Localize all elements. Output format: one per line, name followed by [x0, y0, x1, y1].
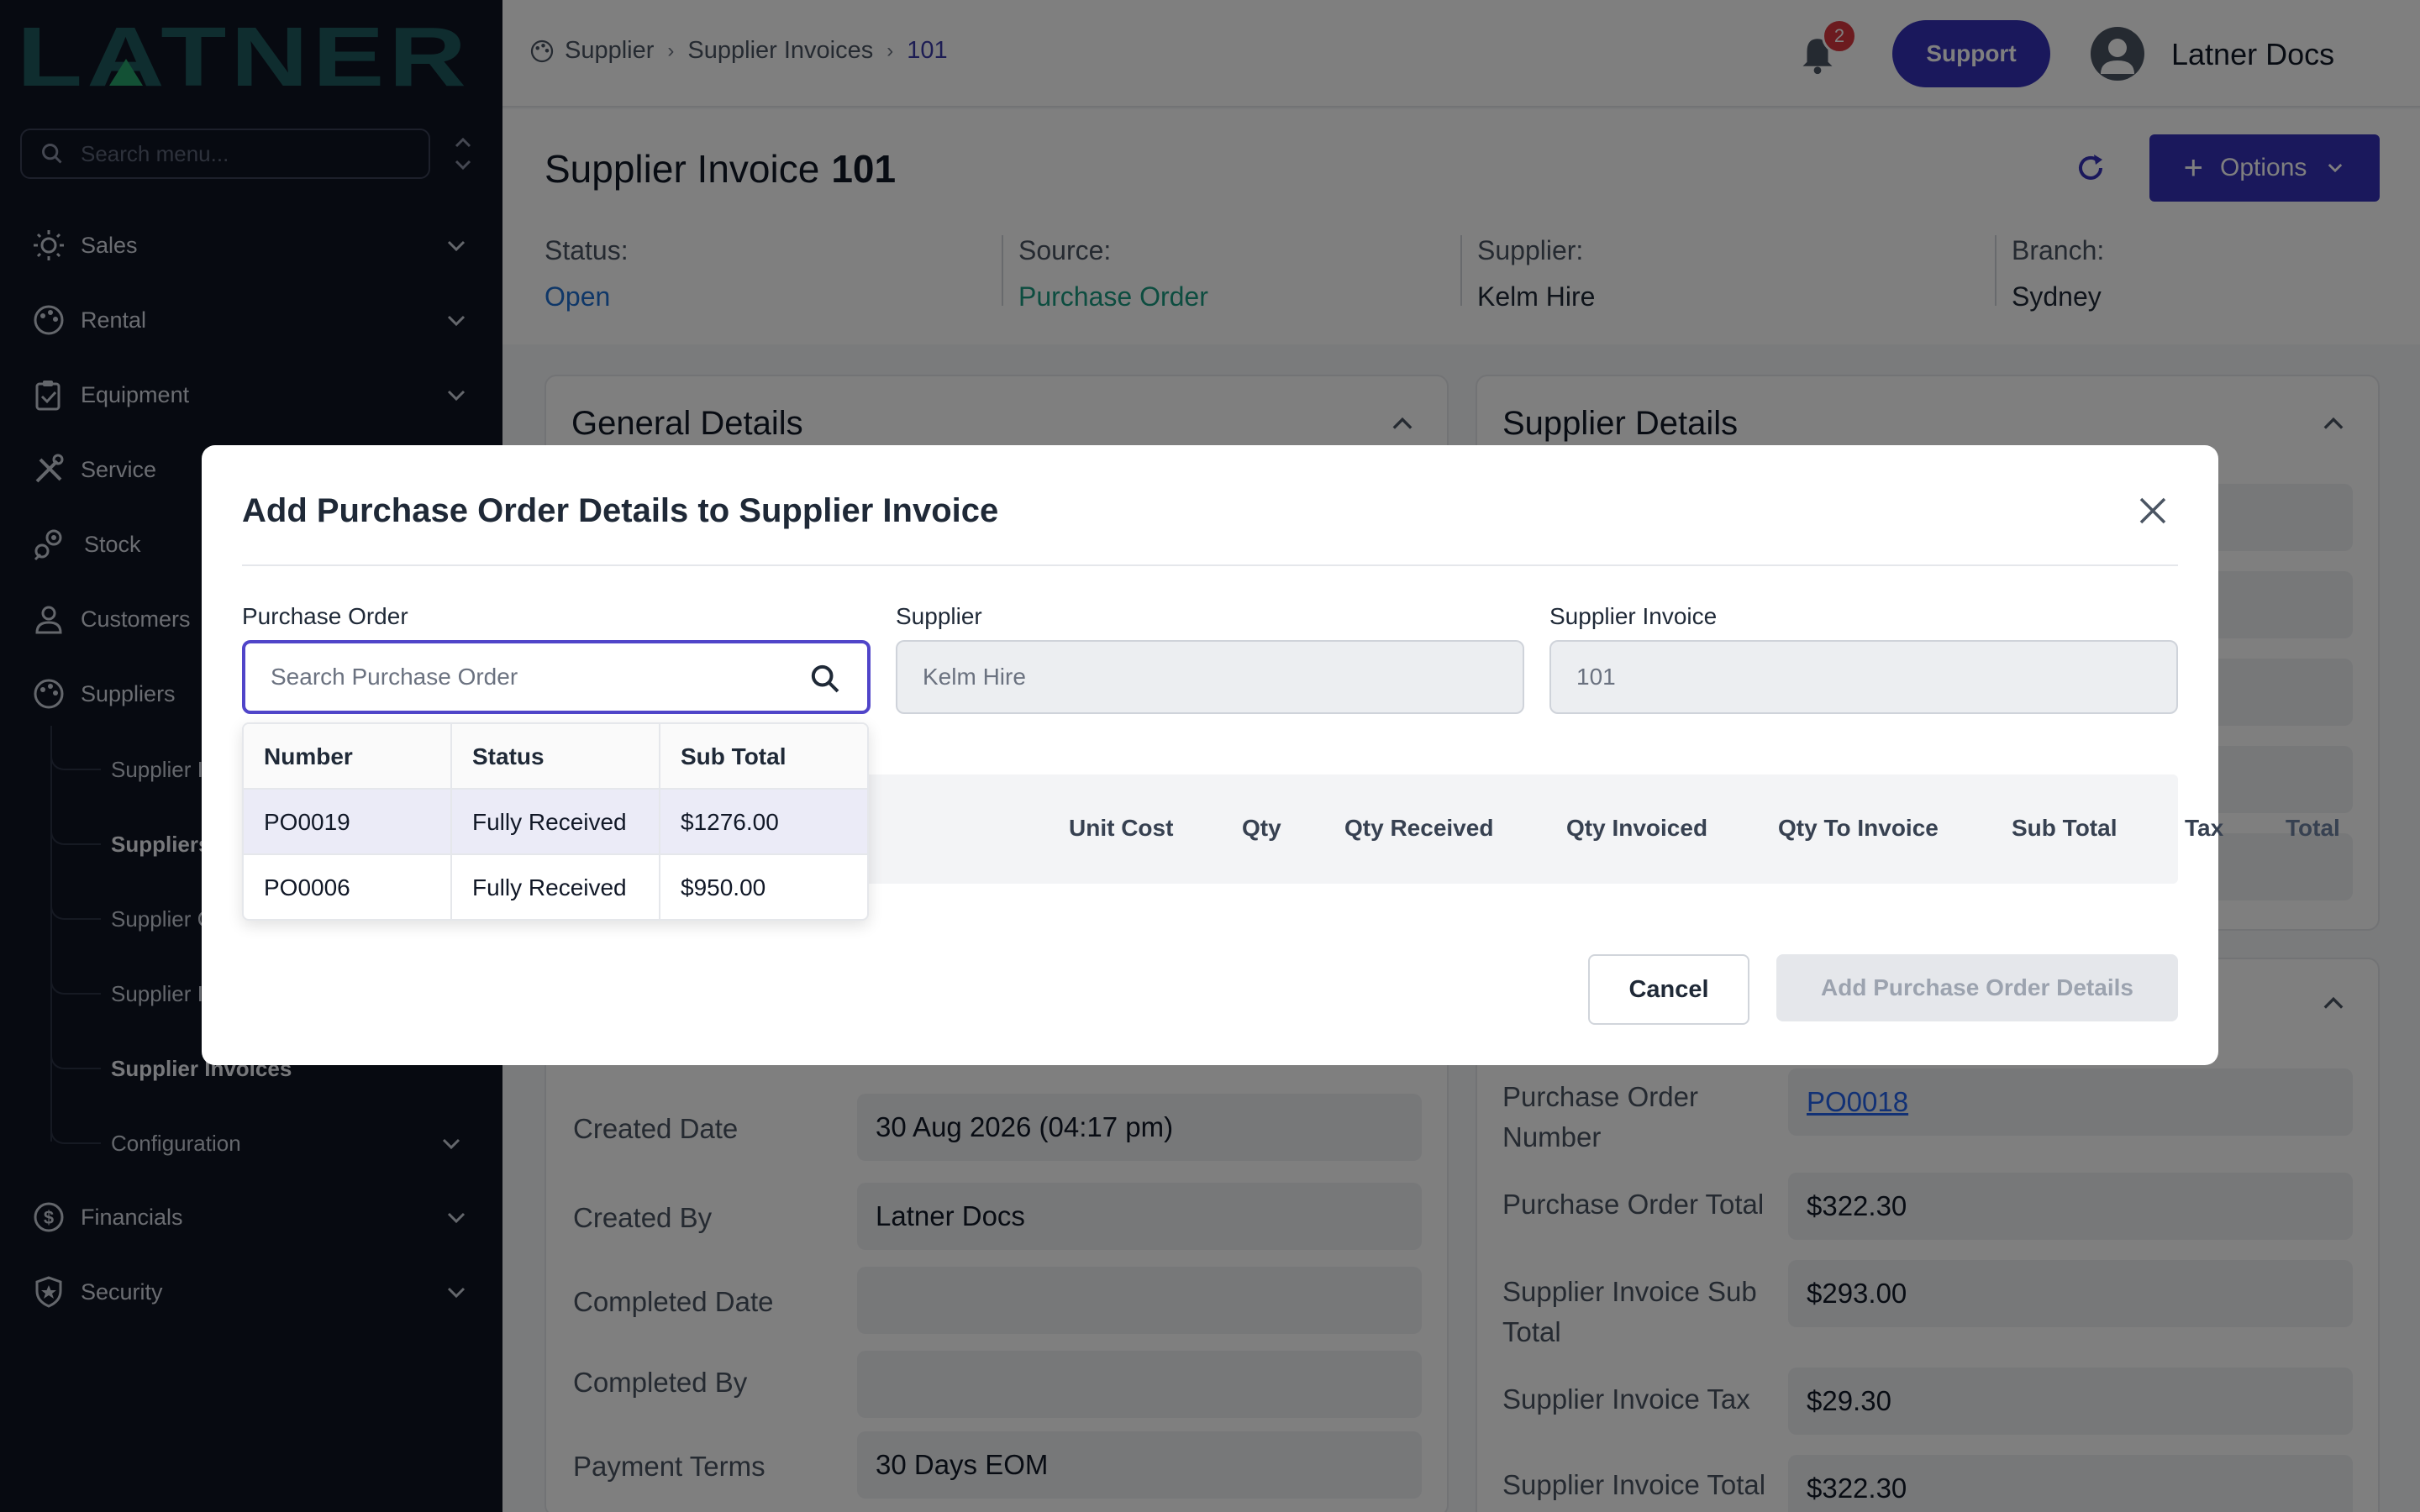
dropdown-option[interactable]: PO0006 Fully Received $950.00 [244, 855, 867, 919]
dropdown-header: Number Status Sub Total [244, 724, 867, 790]
supplier-label: Supplier [896, 603, 982, 629]
modal-title: Add Purchase Order Details to Supplier I… [242, 492, 999, 529]
supplier-invoice-label: Supplier Invoice [1549, 603, 1718, 629]
cancel-button[interactable]: Cancel [1588, 954, 1749, 1025]
add-po-details-button[interactable]: Add Purchase Order Details [1776, 954, 2178, 1021]
supplier-input: Kelm Hire [896, 640, 1524, 714]
dropdown-option[interactable]: PO0019 Fully Received $1276.00 [244, 790, 867, 855]
purchase-order-label: Purchase Order [242, 603, 408, 629]
purchase-order-search-input[interactable]: Search Purchase Order [242, 640, 871, 714]
purchase-order-dropdown: Number Status Sub Total PO0019 Fully Rec… [242, 722, 869, 921]
search-icon[interactable] [808, 662, 842, 696]
close-icon[interactable] [2134, 492, 2171, 529]
supplier-invoice-input: 101 [1549, 640, 2178, 714]
